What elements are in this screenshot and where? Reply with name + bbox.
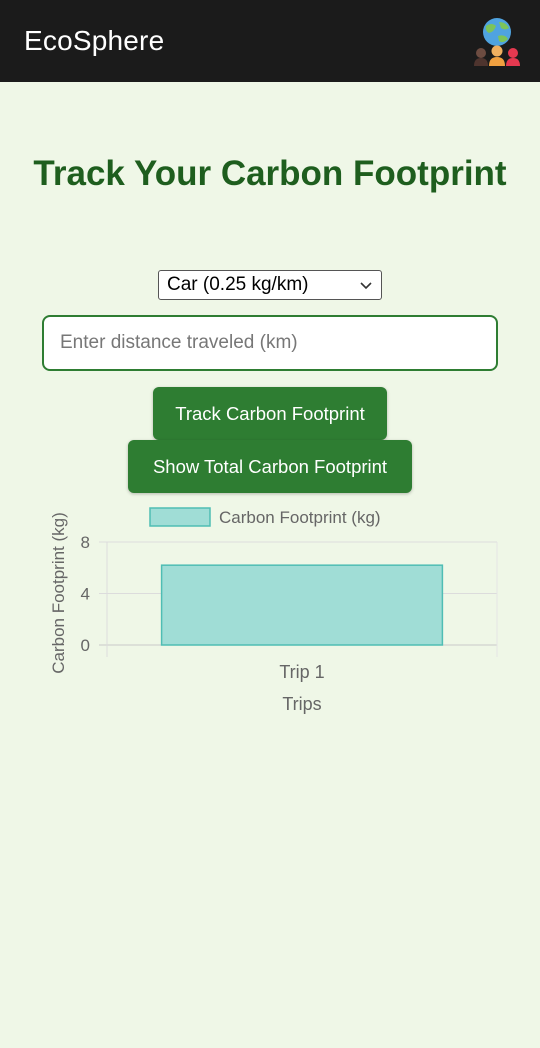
bar-trip[interactable] <box>160 564 444 646</box>
y-axis-title: Carbon Footprint (kg) <box>49 512 68 674</box>
chevron-down-icon <box>360 282 372 290</box>
distance-input[interactable] <box>42 315 498 371</box>
app-title: EcoSphere <box>24 25 165 56</box>
x-tick-label: Trip 1 <box>279 662 324 682</box>
legend-label[interactable]: Carbon Footprint (kg) <box>219 508 381 527</box>
track-carbon-button[interactable]: Track Carbon Footprint <box>153 387 387 440</box>
globe-people-icon[interactable] <box>472 16 522 66</box>
y-tick-labels: 0 4 8 <box>81 533 90 655</box>
x-tick-labels: Trip 1 <box>279 662 324 682</box>
y-tick-label: 0 <box>81 636 90 655</box>
transport-mode-value: Car (0.25 kg/km) <box>167 274 309 295</box>
legend-swatch[interactable] <box>149 507 211 527</box>
transport-mode-select[interactable]: Car (0.25 kg/km) <box>158 270 382 300</box>
page-title: Track Your Carbon Footprint <box>33 154 507 193</box>
carbon-chart: Carbon Footprint (kg) 0 4 8 Trip 1 Trips C… <box>49 507 498 714</box>
x-axis-title: Trips <box>282 694 321 714</box>
y-tick-label: 8 <box>81 533 90 552</box>
y-tick-label: 4 <box>81 585 90 604</box>
chart-legend: Carbon Footprint (kg) <box>149 507 381 527</box>
show-total-button[interactable]: Show Total Carbon Footprint <box>128 440 412 493</box>
app-header: EcoSphere <box>0 0 540 82</box>
chart-bars <box>160 564 444 646</box>
